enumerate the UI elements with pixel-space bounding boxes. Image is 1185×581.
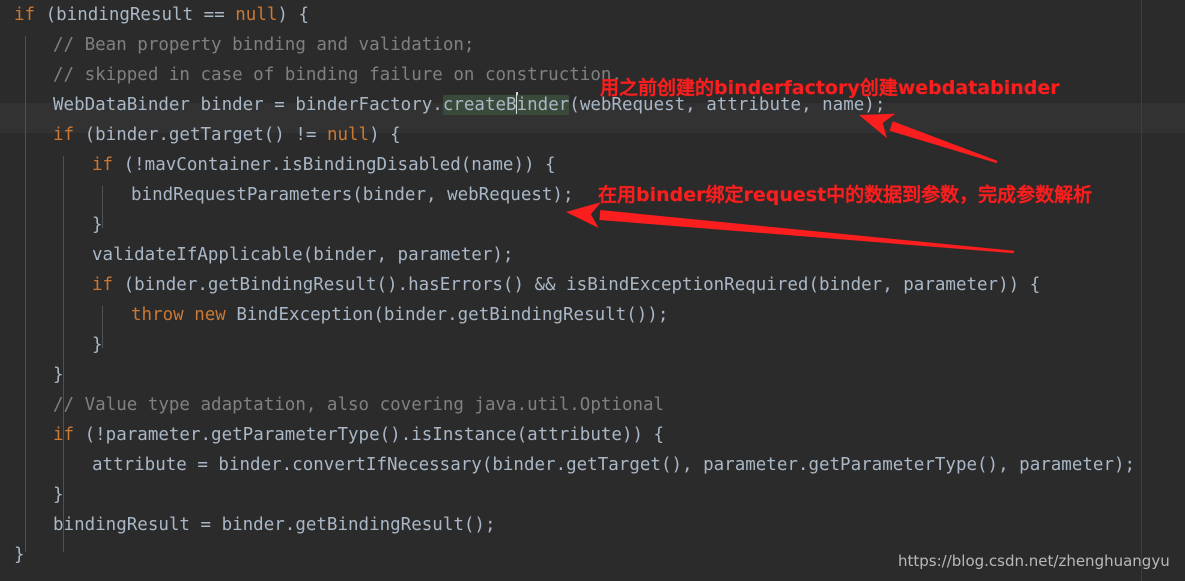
code-token: // Value type adaptation, also covering … — [53, 395, 665, 415]
code-line[interactable]: } — [53, 480, 64, 510]
code-line[interactable]: // Bean property binding and validation; — [53, 30, 474, 60]
code-token: ) { — [277, 5, 310, 25]
code-token: bindRequestParameters(binder, webRequest… — [131, 185, 574, 205]
code-line[interactable]: // Value type adaptation, also covering … — [53, 390, 664, 420]
code-token: throw — [131, 305, 184, 325]
code-token: if — [53, 125, 75, 145]
code-token: inder — [516, 95, 570, 115]
code-token: if — [53, 425, 75, 445]
code-token: } — [92, 335, 103, 355]
code-token: validateIfApplicable(binder, parameter); — [92, 245, 514, 265]
code-token: } — [53, 485, 64, 505]
right-margin-guide — [1141, 0, 1142, 581]
watermark-url: https://blog.csdn.net/zhenghuangyu — [898, 552, 1170, 570]
code-token: attribute = binder.convertIfNecessary(bi… — [92, 455, 1136, 475]
code-token: BindException(binder.getBindingResult())… — [225, 305, 669, 325]
annotation-bind-request: 在用binder绑定request中的数据到参数，完成参数解析 — [598, 184, 1093, 206]
code-line[interactable]: validateIfApplicable(binder, parameter); — [92, 240, 513, 270]
code-line[interactable]: } — [14, 540, 25, 570]
code-token: createB — [442, 95, 517, 115]
code-line[interactable]: throw new BindException(binder.getBindin… — [131, 300, 668, 330]
code-line[interactable]: if (binder.getBindingResult().hasErrors(… — [92, 270, 1040, 300]
code-token: if — [92, 275, 114, 295]
code-editor[interactable]: if (bindingResult == null) {// Bean prop… — [0, 0, 1185, 581]
code-line[interactable]: } — [92, 210, 103, 240]
code-token: (binder.getTarget() != — [74, 125, 327, 145]
code-token: } — [53, 365, 64, 385]
code-token: if — [14, 5, 36, 25]
code-token: (!parameter.getParameterType().isInstanc… — [74, 425, 665, 445]
code-token: (binder.getBindingResult().hasErrors() &… — [113, 275, 1041, 295]
code-line[interactable]: } — [92, 330, 103, 360]
code-token: if — [92, 155, 114, 175]
code-token: // skipped in case of binding failure on… — [53, 65, 622, 85]
code-line[interactable]: WebDataBinder binder = binderFactory.cre… — [53, 90, 885, 120]
code-token: ) { — [369, 125, 401, 145]
code-token: null — [326, 125, 370, 145]
code-line[interactable]: if (!mavContainer.isBindingDisabled(name… — [92, 150, 556, 180]
code-token: // Bean property binding and validation; — [53, 35, 475, 55]
code-token: new — [194, 305, 226, 325]
code-token: null — [235, 5, 278, 25]
code-line[interactable]: bindRequestParameters(binder, webRequest… — [131, 180, 574, 210]
code-token: } — [92, 215, 103, 235]
code-token: WebDataBinder binder = binderFactory. — [53, 95, 443, 115]
code-token: (webRequest, attribute, name); — [569, 95, 886, 115]
code-token: (bindingResult == — [35, 5, 236, 25]
code-token: bindingResult = binder.getBindingResult(… — [53, 515, 496, 535]
code-line[interactable]: // skipped in case of binding failure on… — [53, 60, 622, 90]
code-line[interactable]: } — [53, 360, 64, 390]
code-line[interactable]: if (bindingResult == null) { — [14, 0, 309, 30]
code-token: } — [14, 545, 25, 565]
code-line[interactable]: bindingResult = binder.getBindingResult(… — [53, 510, 496, 540]
indent-guide — [25, 36, 26, 552]
code-token: (!mavContainer.isBindingDisabled(name)) … — [113, 155, 556, 175]
code-line[interactable]: attribute = binder.convertIfNecessary(bi… — [92, 450, 1135, 480]
code-line[interactable]: if (binder.getTarget() != null) { — [53, 120, 401, 150]
annotation-arrow-shaft — [599, 210, 1015, 254]
code-line[interactable]: if (!parameter.getParameterType().isInst… — [53, 420, 664, 450]
